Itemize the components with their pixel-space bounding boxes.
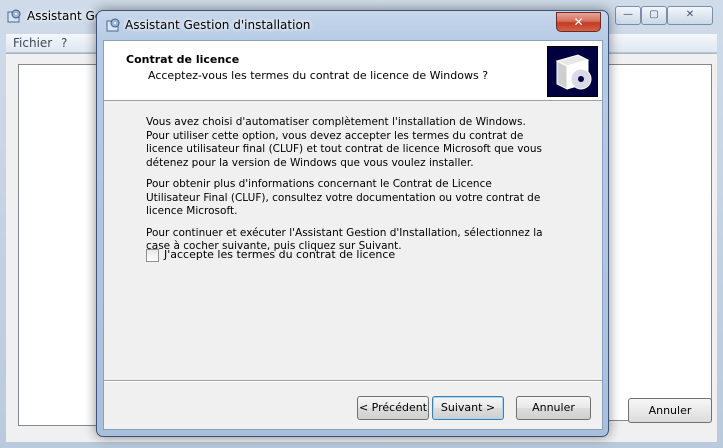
dialog-body: Contrat de licence Acceptez-vous les ter… <box>103 40 603 430</box>
dialog-close-button[interactable]: ✕ <box>556 12 601 32</box>
back-button[interactable]: < Précédent <box>357 396 429 420</box>
menu-help[interactable]: ? <box>61 36 67 50</box>
background-cancel-button[interactable]: Annuler <box>628 398 712 423</box>
page-subtitle: Acceptez-vous les termes du contrat de l… <box>148 69 489 82</box>
setup-app-icon <box>7 9 21 23</box>
page-title: Contrat de licence <box>126 53 240 66</box>
maximize-icon: ▢ <box>649 9 659 20</box>
next-button[interactable]: Suivant > <box>432 396 504 420</box>
accept-license-label[interactable]: J'accepte les termes du contrat de licen… <box>164 248 395 261</box>
dialog-header: Contrat de licence Acceptez-vous les ter… <box>104 41 602 101</box>
left-pane <box>18 64 100 426</box>
cancel-button[interactable]: Annuler <box>516 396 591 420</box>
setup-dialog: Assistant Gestion d'installation ✕ Contr… <box>96 10 609 437</box>
background-close-button[interactable]: ✕ <box>667 6 713 25</box>
footer-separator <box>104 380 602 382</box>
close-icon: ✕ <box>573 15 584 29</box>
menu-fichier[interactable]: Fichier <box>13 36 52 50</box>
close-icon: ✕ <box>685 9 695 20</box>
setup-app-icon <box>106 18 120 32</box>
license-paragraph: Pour obtenir plus d'informations concern… <box>146 178 541 217</box>
license-paragraph: Vous avez choisi d'automatiser complètem… <box>146 116 542 169</box>
maximize-button[interactable]: ▢ <box>641 6 667 25</box>
cd-box-icon <box>547 46 598 97</box>
minimize-button[interactable]: — <box>615 6 641 25</box>
minimize-icon: — <box>623 9 633 20</box>
license-text: Vous avez choisi d'automatiser complètem… <box>146 116 546 262</box>
accept-license-checkbox[interactable] <box>146 249 159 262</box>
dialog-title: Assistant Gestion d'installation <box>125 18 311 32</box>
right-pane <box>606 64 712 421</box>
